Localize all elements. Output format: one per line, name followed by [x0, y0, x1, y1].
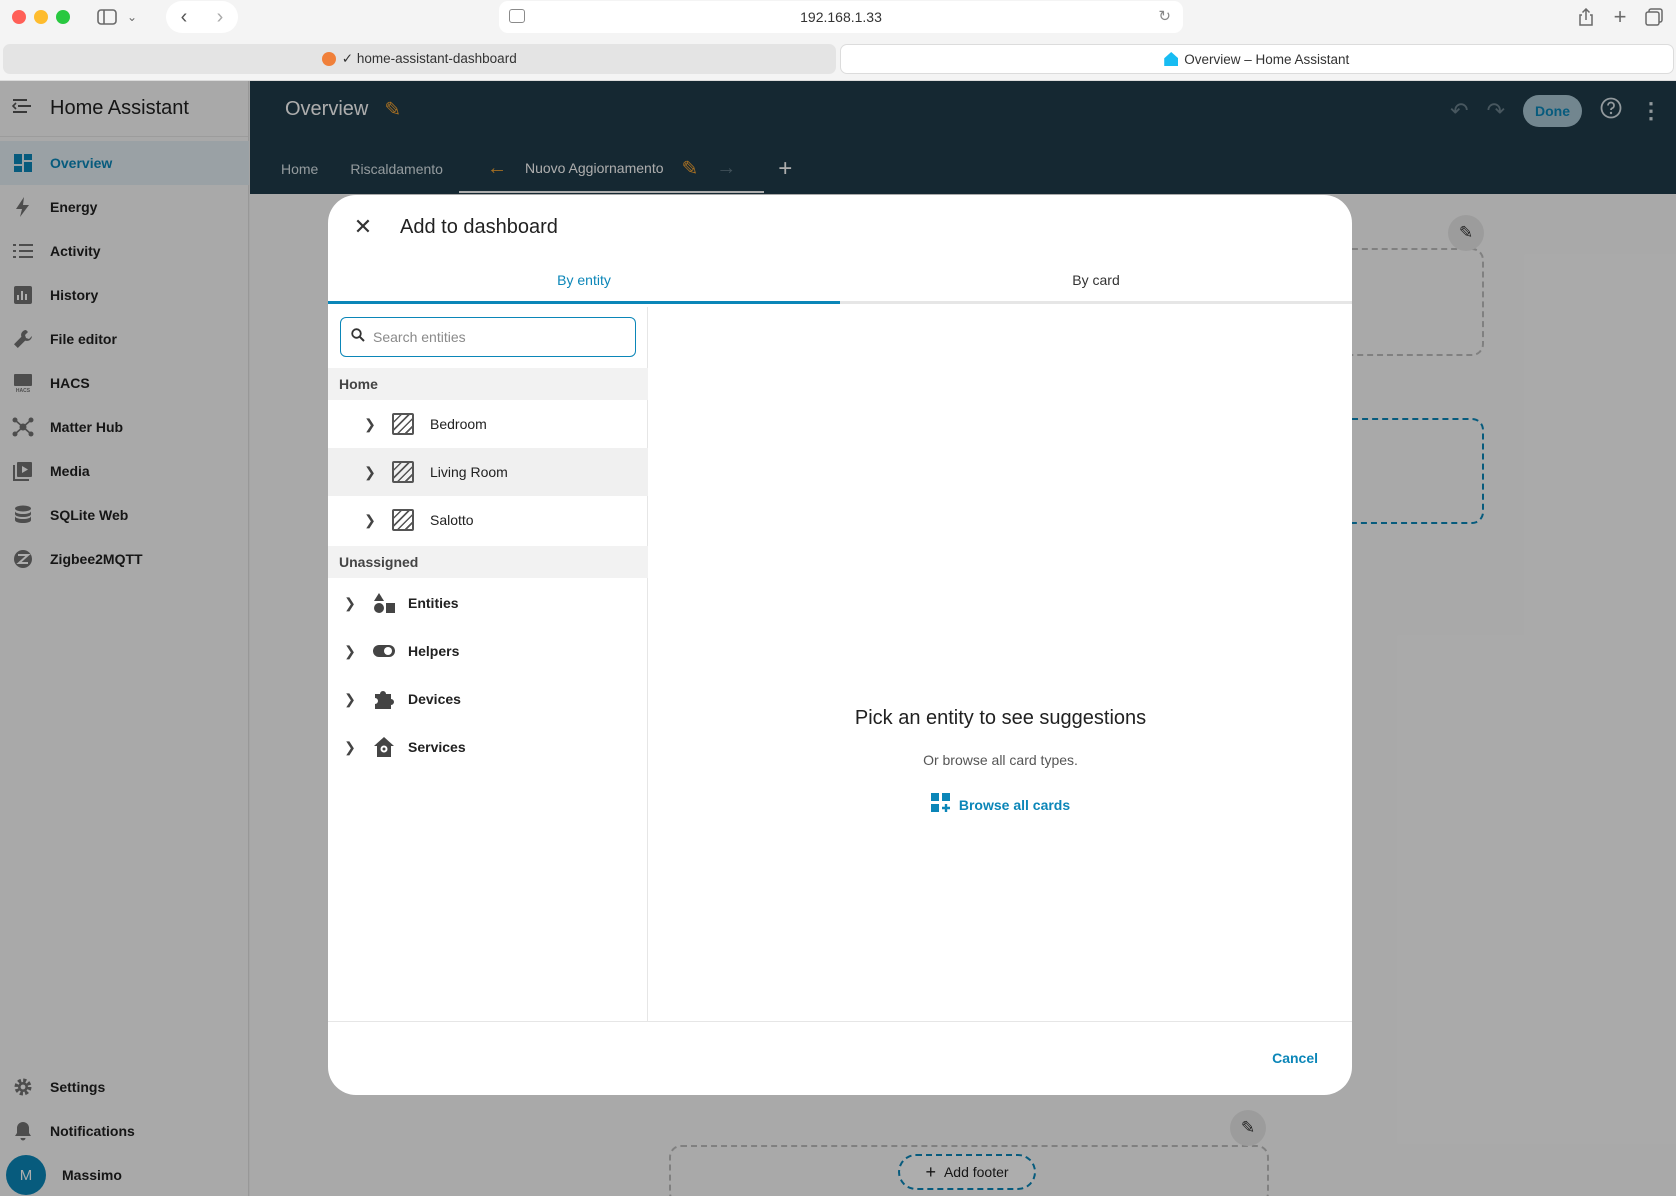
- close-icon[interactable]: ✕: [350, 214, 376, 240]
- dialog-title: Add to dashboard: [400, 215, 558, 238]
- window-controls: [12, 10, 70, 24]
- group-header-home: Home: [328, 368, 648, 400]
- toggle-icon: [372, 639, 396, 663]
- new-tab-icon[interactable]: +: [1609, 4, 1631, 29]
- dialog-header: ✕ Add to dashboard: [328, 195, 1352, 259]
- home-assistant-favicon-icon: [1164, 52, 1179, 66]
- address-bar[interactable]: 192.168.1.33 ↻: [499, 1, 1183, 33]
- category-label: Devices: [408, 691, 461, 707]
- dialog-tabs: By entity By card: [328, 259, 1352, 304]
- empty-state-title: Pick an entity to see suggestions: [854, 707, 1147, 729]
- chevron-right-icon[interactable]: ❯: [360, 464, 380, 481]
- zoom-window-button[interactable]: [56, 10, 70, 24]
- area-row-salotto[interactable]: ❯ Salotto: [328, 496, 648, 544]
- area-icon: [392, 413, 414, 435]
- close-window-button[interactable]: [12, 10, 26, 24]
- category-row-services[interactable]: ❯ Services: [328, 723, 648, 771]
- cancel-button[interactable]: Cancel: [1272, 1050, 1318, 1066]
- search-input[interactable]: [373, 329, 613, 345]
- browser-tabs: ✓ home-assistant-dashboard Overview – Ho…: [3, 44, 1674, 74]
- category-label: Services: [408, 739, 466, 755]
- browser-tab-active[interactable]: Overview – Home Assistant: [839, 44, 1674, 74]
- chevron-right-icon[interactable]: ❯: [360, 416, 380, 433]
- forward-icon[interactable]: ›: [217, 6, 224, 29]
- category-row-entities[interactable]: ❯ Entities: [328, 579, 648, 627]
- tab-by-entity[interactable]: By entity: [328, 259, 840, 304]
- area-label: Salotto: [430, 512, 474, 528]
- category-label: Entities: [408, 595, 459, 611]
- area-row-bedroom[interactable]: ❯ Bedroom: [328, 400, 648, 448]
- area-icon: [392, 461, 414, 483]
- reload-icon[interactable]: ↻: [1158, 7, 1171, 25]
- add-card-grid-icon: [930, 793, 951, 816]
- tab-label: By card: [1072, 272, 1120, 288]
- group-header-unassigned: Unassigned: [328, 546, 648, 578]
- category-row-helpers[interactable]: ❯ Helpers: [328, 627, 648, 675]
- category-row-devices[interactable]: ❯ Devices: [328, 675, 648, 723]
- tab-overview-icon[interactable]: [1643, 6, 1665, 28]
- tab-label: By entity: [557, 272, 611, 288]
- browser-tab[interactable]: ✓ home-assistant-dashboard: [3, 44, 836, 74]
- puzzle-icon: [372, 687, 396, 711]
- back-icon[interactable]: ‹: [181, 6, 188, 29]
- shapes-icon: [372, 591, 396, 615]
- search-icon: [351, 327, 365, 347]
- url-text: 192.168.1.33: [800, 9, 882, 25]
- history-nav: ‹ ›: [166, 1, 238, 33]
- chevron-down-icon[interactable]: ⌄: [124, 6, 140, 28]
- tab-by-card[interactable]: By card: [840, 259, 1352, 301]
- area-icon: [392, 509, 414, 531]
- chevron-right-icon[interactable]: ❯: [340, 595, 360, 612]
- area-label: Living Room: [430, 464, 508, 480]
- favicon-icon: [321, 52, 336, 66]
- chevron-right-icon[interactable]: ❯: [340, 643, 360, 660]
- home-services-icon: [372, 735, 396, 759]
- minimize-window-button[interactable]: [34, 10, 48, 24]
- browse-all-cards-button[interactable]: Browse all cards: [649, 793, 1352, 816]
- search-field[interactable]: [340, 317, 636, 357]
- add-to-dashboard-dialog: ✕ Add to dashboard By entity By card Hom…: [328, 195, 1352, 1095]
- tab-title: ✓ home-assistant-dashboard: [341, 51, 517, 66]
- suggestions-pane: Pick an entity to see suggestions Or bro…: [649, 307, 1352, 1021]
- sidebar-toggle-icon[interactable]: [96, 6, 118, 28]
- browser-chrome: ⌄ ‹ › 192.168.1.33 ↻ + ✓ home-assistant-…: [0, 0, 1676, 81]
- chevron-right-icon[interactable]: ❯: [360, 512, 380, 529]
- chevron-right-icon[interactable]: ❯: [340, 739, 360, 756]
- empty-state-subtitle: Or browse all card types.: [923, 752, 1078, 768]
- area-label: Bedroom: [430, 416, 487, 432]
- tab-title: Overview – Home Assistant: [1184, 51, 1350, 67]
- category-label: Helpers: [408, 643, 460, 659]
- share-icon[interactable]: [1575, 6, 1597, 28]
- entity-picker-pane: Home ❯ Bedroom ❯ Living Room ❯ Salotto U…: [328, 307, 648, 1021]
- chevron-right-icon[interactable]: ❯: [340, 691, 360, 708]
- dialog-footer: Cancel: [328, 1021, 1352, 1095]
- button-label: Browse all cards: [958, 796, 1071, 813]
- page-settings-icon[interactable]: [509, 9, 525, 23]
- area-row-living-room[interactable]: ❯ Living Room: [328, 448, 648, 496]
